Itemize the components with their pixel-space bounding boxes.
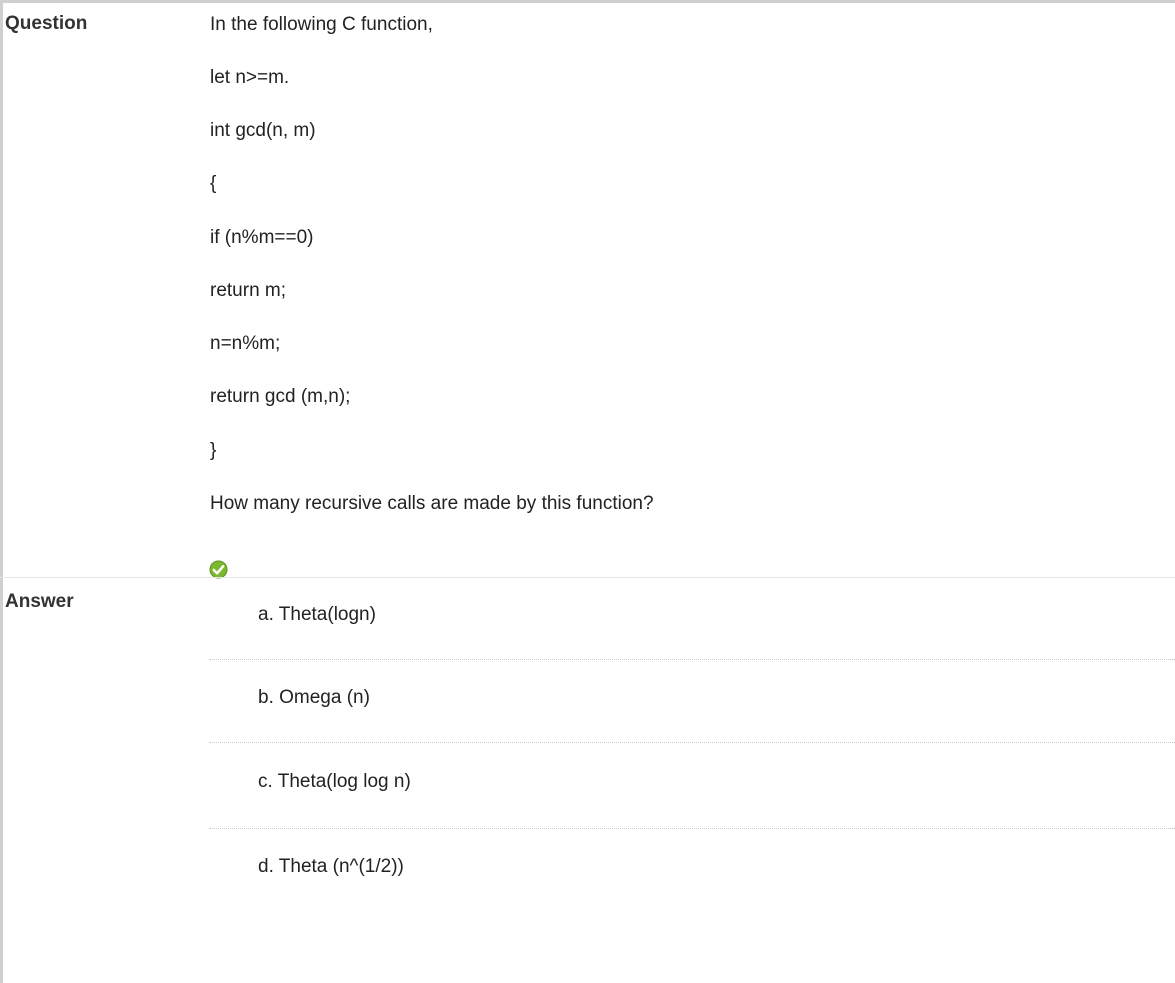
question-prompt: How many recursive calls are made by thi… <box>210 493 654 514</box>
section-divider <box>0 577 1175 578</box>
question-line: n=n%m; <box>210 333 281 354</box>
question-line: int gcd(n, m) <box>210 120 316 141</box>
question-line: let n>=m. <box>210 67 290 88</box>
question-line: In the following C function, <box>210 14 433 35</box>
question-line: if (n%m==0) <box>210 227 314 248</box>
option-divider <box>209 659 1175 660</box>
answer-option-d[interactable]: d. Theta (n^(1/2)) <box>258 856 404 878</box>
question-label: Question <box>5 13 88 34</box>
answer-option-b[interactable]: b. Omega (n) <box>258 687 370 709</box>
quiz-frame <box>0 0 1175 983</box>
question-line: { <box>210 173 217 194</box>
option-divider <box>209 828 1175 829</box>
answer-label: Answer <box>5 591 74 612</box>
question-line: } <box>210 440 217 461</box>
answer-option-c[interactable]: c. Theta(log log n) <box>258 771 411 793</box>
question-line: return m; <box>210 280 287 301</box>
question-line: return gcd (m,n); <box>210 386 351 407</box>
option-divider <box>209 742 1175 743</box>
answer-option-a[interactable]: a. Theta(logn) <box>258 604 376 626</box>
